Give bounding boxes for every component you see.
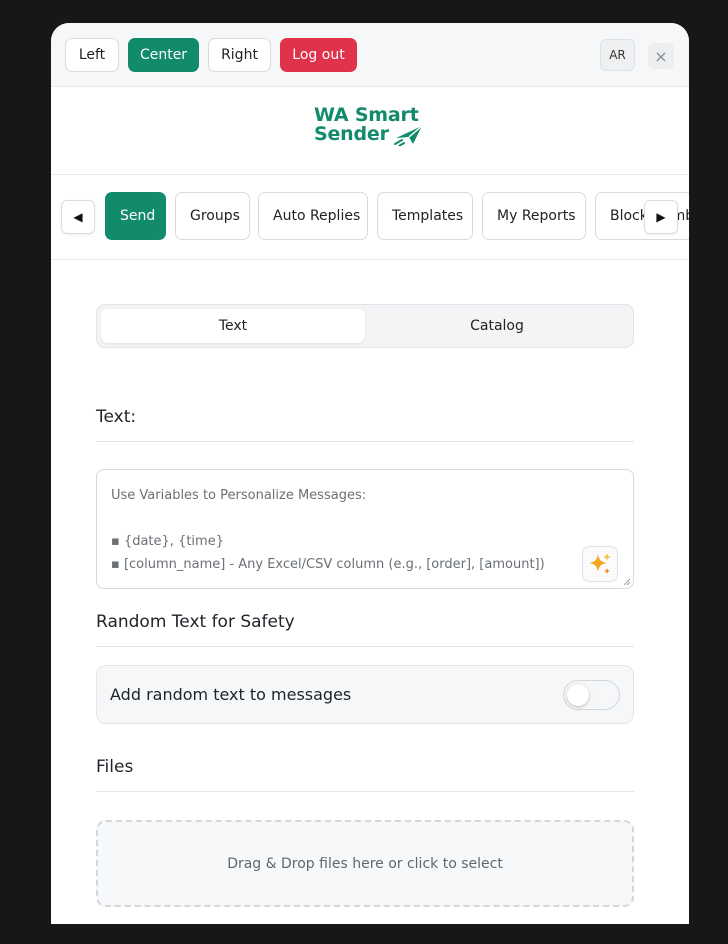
divider [96,646,634,647]
random-text-card: Add random text to messages [96,665,634,724]
tab-groups[interactable]: Groups [175,192,250,240]
files-section-title: Files [96,757,134,777]
close-icon: × [654,46,668,66]
top-bar: Left Center Right Log out AR × [51,23,689,87]
tab-my-reports[interactable]: My Reports [482,192,586,240]
close-button[interactable]: × [648,43,674,69]
nav-prev-button[interactable]: ◀ [61,200,95,234]
chevron-right-icon: ▶ [656,210,666,224]
ai-generate-button[interactable] [582,546,618,582]
position-right-button[interactable]: Right [208,38,271,72]
text-section-title: Text: [96,407,137,427]
random-text-section-title: Random Text for Safety [96,612,295,632]
segment-catalog[interactable]: Catalog [365,309,629,343]
sparkles-icon [589,553,611,574]
logout-button[interactable]: Log out [280,38,357,72]
tab-send[interactable]: Send [105,192,166,240]
position-left-button[interactable]: Left [65,38,119,72]
placeholder-line: ▪ {date}, {time} [111,534,224,549]
placeholder-line: ▪ [column_name] - Any Excel/CSV column (… [111,557,545,572]
logo-text-line1: WA Smart [314,104,419,126]
chevron-left-icon: ◀ [73,210,83,224]
language-toggle-button[interactable]: AR [600,39,635,71]
nav-next-button[interactable]: ▶ [644,200,678,234]
paper-plane-icon [394,125,423,146]
resize-handle-icon[interactable] [623,578,631,586]
message-type-switch: Text Catalog [96,304,634,348]
tab-templates[interactable]: Templates [377,192,473,240]
dropzone-text: Drag & Drop files here or click to selec… [227,855,503,872]
divider [96,441,634,442]
extension-panel: Left Center Right Log out AR × WA Smart … [51,23,689,924]
toggle-knob [567,684,589,706]
position-center-button[interactable]: Center [128,38,199,72]
random-text-toggle-label: Add random text to messages [110,685,352,704]
tab-auto-replies[interactable]: Auto Replies [258,192,368,240]
placeholder-line: Use Variables to Personalize Messages: [111,488,367,503]
divider [96,791,634,792]
message-textarea[interactable]: Use Variables to Personalize Messages: ▪… [96,469,634,589]
placeholder-line [111,507,619,530]
logo: WA Smart Sender [314,104,426,148]
random-text-toggle[interactable] [563,680,620,710]
logo-text-line2: Sender [314,123,389,145]
segment-text[interactable]: Text [101,309,365,343]
file-dropzone[interactable]: Drag & Drop files here or click to selec… [96,820,634,907]
main-nav: ◀ Send Groups Auto Replies Templates My … [51,175,689,260]
logo-area: WA Smart Sender [51,87,689,175]
